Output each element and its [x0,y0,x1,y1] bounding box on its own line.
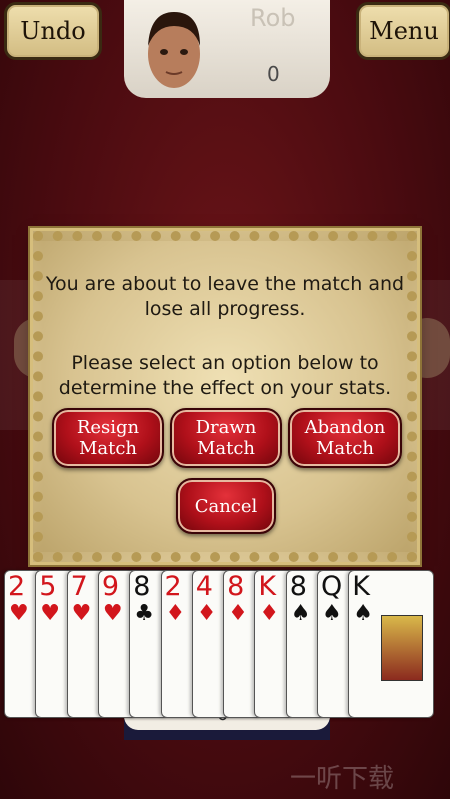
card-rank: 2 [8,571,26,602]
dialog-message-line1: You are about to leave the match and [45,273,405,295]
card-suit-icon: ♠ [322,601,342,626]
leave-match-dialog: You are about to leave the match and los… [33,231,417,562]
card-rank: 7 [70,571,88,602]
card-suit-icon: ♦ [196,601,217,626]
watermark-text: 一听下载 [290,764,395,794]
hand-card[interactable]: K ♠ [348,570,435,718]
card-rank: K [258,571,277,602]
menu-button[interactable]: Menu [356,2,450,60]
card-rank: K [352,571,371,602]
card-suit-icon: ♦ [165,601,186,626]
card-rank: 8 [289,571,307,602]
resign-match-button[interactable]: Resign Match [52,408,164,468]
card-rank: 8 [133,571,151,602]
card-suit-icon: ♦ [259,601,280,626]
drawn-label-line2: Match [196,438,256,459]
card-rank: 2 [164,571,182,602]
drawn-label-line1: Drawn [195,417,257,438]
abandon-label-line2: Match [315,438,375,459]
card-suit-icon: ♥ [40,601,61,626]
card-suit-icon: ♥ [102,601,123,626]
card-suit-icon: ♥ [71,601,92,626]
card-rank: 9 [101,571,120,602]
card-suit-icon: ♦ [228,601,248,626]
dialog-message-line4: determine the effect on your stats. [58,377,392,399]
dialog-message-line2: lose all progress. [144,298,306,320]
opponent-avatar [138,6,210,96]
card-suit-icon: ♠ [290,601,311,626]
abandon-match-button[interactable]: Abandon Match [288,408,402,468]
cancel-button[interactable]: Cancel [176,478,276,534]
opponent-score: 0 [267,62,280,86]
resign-label-line2: Match [78,438,138,459]
card-rank: 8 [227,571,245,602]
card-rank: Q [321,571,343,602]
opponent-name: Rob [250,4,296,32]
card-suit-icon: ♠ [353,601,374,626]
king-face-art [381,615,424,681]
card-suit-icon: ♣ [134,601,154,626]
dialog-message-line3: Please select an option below to [71,352,379,374]
card-suit-icon: ♥ [9,601,29,626]
drawn-match-button[interactable]: Drawn Match [170,408,282,468]
resign-label-line1: Resign [76,417,140,438]
undo-button[interactable]: Undo [4,2,102,60]
card-rank: 5 [39,571,57,602]
abandon-label-line1: Abandon [304,417,386,438]
card-rank: 4 [195,571,213,602]
